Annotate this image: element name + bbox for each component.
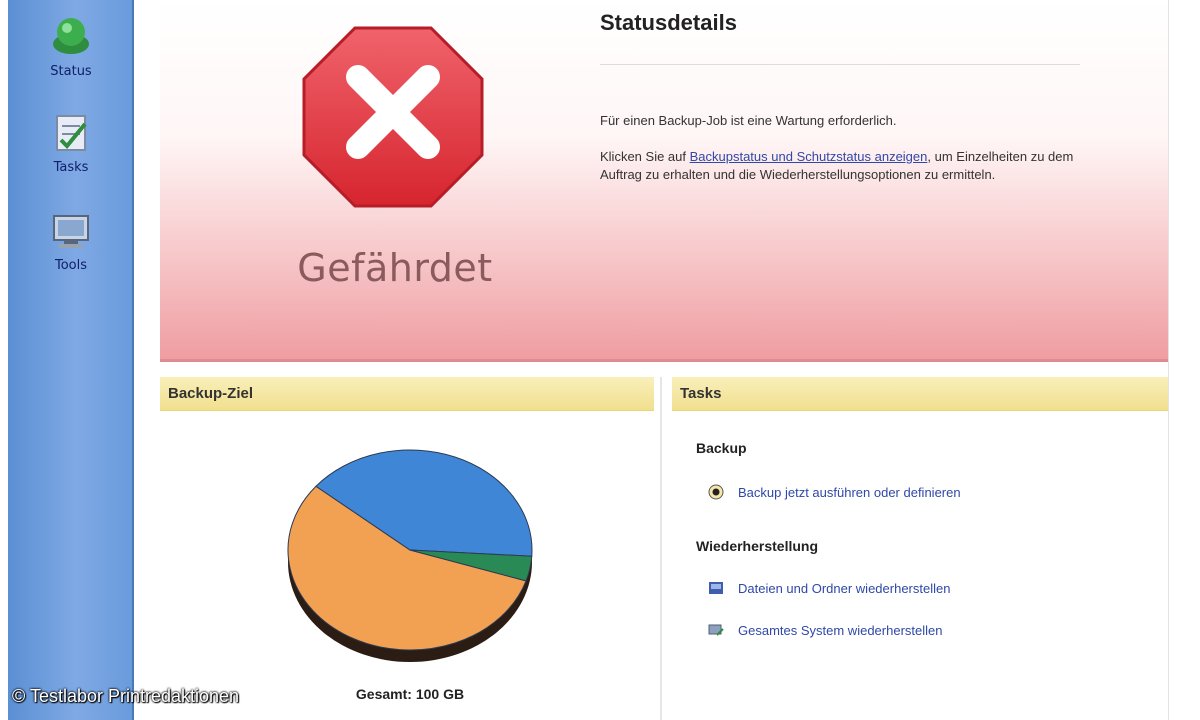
task-restore-files-label: Dateien und Ordner wiederherstellen (738, 580, 951, 596)
pie-svg (287, 449, 533, 662)
divider (600, 64, 1080, 65)
task-restore-files[interactable]: Dateien und Ordner wiederherstellen (706, 578, 950, 598)
checklist-icon (45, 106, 97, 158)
task-backup-now[interactable]: Backup jetzt ausführen oder definieren (706, 482, 961, 502)
nav-label-tools: Tools (54, 258, 88, 273)
task-group-backup: Backup (696, 440, 747, 456)
main-content: Gefährdet Statusdetails Für einen Backup… (140, 0, 1200, 720)
restore-icon (706, 578, 726, 598)
copyright-notice: © Testlabor Printredaktionen (12, 686, 240, 706)
radio-dot-icon (706, 482, 726, 502)
task-restore-system-label: Gesamtes System wiederherstellen (738, 622, 943, 638)
nav-label-status: Status (50, 64, 92, 79)
computer-icon (45, 204, 97, 256)
nav-item-tasks[interactable]: Tasks (8, 106, 134, 175)
details-line2-prefix: Klicken Sie auf (600, 149, 690, 164)
task-group-restore: Wiederherstellung (696, 538, 819, 554)
nav-label-tasks: Tasks (53, 160, 89, 175)
nav-item-tools[interactable]: Tools (8, 204, 134, 273)
storage-pie-chart (280, 445, 540, 675)
task-restore-system[interactable]: Gesamtes System wiederherstellen (706, 620, 942, 640)
task-backup-now-label: Backup jetzt ausführen oder definieren (738, 484, 961, 500)
right-border (1168, 0, 1169, 720)
status-details-link[interactable]: Backupstatus und Schutzstatus anzeigen (690, 149, 928, 164)
nav-item-status[interactable]: Status (8, 10, 134, 79)
details-title: Statusdetails (600, 10, 737, 35)
details-line2: Klicken Sie auf Backupstatus und Schutzs… (600, 148, 1080, 184)
stop-x-icon (298, 22, 488, 212)
pie-caption: Gesamt: 100 GB (355, 686, 465, 702)
column-divider (660, 377, 662, 720)
tasks-header: Tasks (672, 377, 1168, 411)
details-line1: Für einen Backup-Job ist eine Wartung er… (600, 113, 897, 128)
status-panel: Gefährdet Statusdetails Für einen Backup… (160, 0, 1168, 362)
backup-destination-header: Backup-Ziel (160, 377, 654, 411)
globe-icon (45, 10, 97, 62)
system-restore-icon (706, 620, 726, 640)
left-navigation: Status Tasks Tools (0, 0, 140, 720)
status-label: Gefährdet (297, 246, 493, 290)
